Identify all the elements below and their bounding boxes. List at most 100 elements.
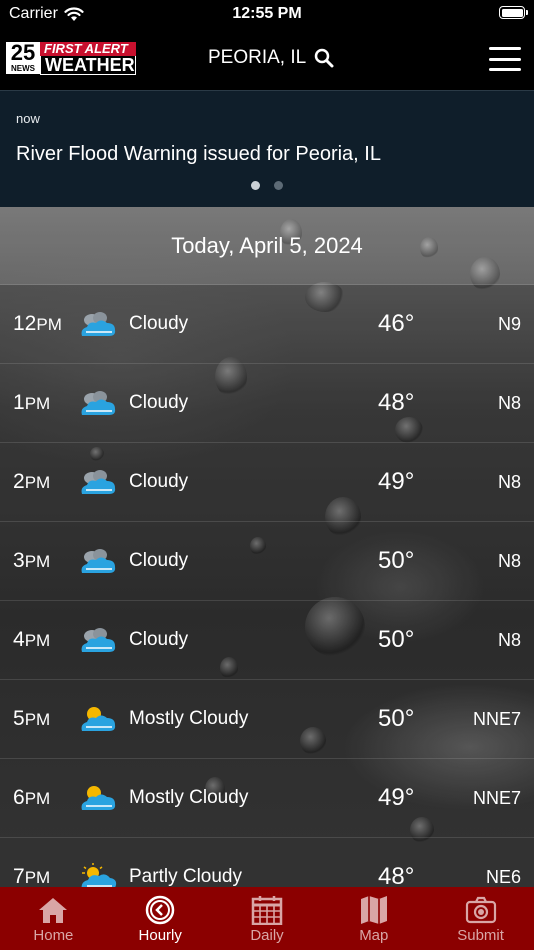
home-icon bbox=[39, 898, 68, 923]
hourly-row[interactable]: 1PM Cloudy 48° N8 bbox=[0, 364, 534, 443]
temperature: 50° bbox=[378, 626, 415, 653]
cloudy-icon bbox=[81, 549, 116, 573]
tab-label: Home bbox=[33, 927, 74, 944]
temperature: 49° bbox=[378, 468, 415, 495]
hour-label: 3PM bbox=[13, 549, 50, 573]
date-heading: Today, April 5, 2024 bbox=[0, 207, 534, 285]
logo-weather: WEATHER bbox=[40, 56, 136, 75]
hour-label: 12PM bbox=[13, 312, 62, 336]
cloudy-icon bbox=[81, 391, 116, 415]
temperature: 46° bbox=[378, 310, 415, 337]
hour-ampm: PM bbox=[24, 473, 51, 492]
hour-label: 7PM bbox=[13, 865, 50, 887]
hourly-row[interactable]: 5PM Mostly Cloudy 50° NNE7 bbox=[0, 680, 534, 759]
wind-label: N8 bbox=[497, 630, 521, 650]
hour-ampm: PM bbox=[24, 868, 51, 887]
tab-label: Daily bbox=[250, 927, 284, 944]
logo-first-alert: FIRST ALERT bbox=[40, 42, 136, 56]
location-label: PEORIA, IL bbox=[208, 47, 307, 68]
condition-label: Cloudy bbox=[129, 629, 189, 650]
hour-value: 6 bbox=[13, 786, 25, 809]
hourly-row[interactable]: 12PM Cloudy 46° N9 bbox=[0, 285, 534, 364]
search-icon bbox=[314, 48, 334, 68]
menu-icon-bar bbox=[489, 68, 521, 71]
hour-value: 2 bbox=[13, 470, 25, 493]
cloudy-icon bbox=[81, 628, 116, 652]
cloudy-icon bbox=[81, 312, 116, 336]
hour-label: 1PM bbox=[13, 391, 50, 415]
hour-value: 3 bbox=[13, 549, 25, 572]
tab-label: Map bbox=[359, 927, 389, 944]
menu-icon-bar bbox=[489, 57, 521, 61]
logo-channel: 25 NEWS bbox=[6, 42, 40, 74]
hour-ampm: PM bbox=[24, 789, 51, 808]
temperature: 48° bbox=[378, 389, 415, 416]
alert-time: now bbox=[16, 111, 40, 126]
mostly-cloudy-icon bbox=[81, 786, 116, 810]
page-dot[interactable] bbox=[274, 181, 283, 190]
tab-map[interactable]: Map bbox=[320, 887, 427, 950]
hourly-forecast[interactable]: Today, April 5, 2024 12PM Cloudy 46° N9 1PM C… bbox=[0, 207, 534, 887]
menu-icon-bar bbox=[489, 47, 521, 50]
hour-label: 4PM bbox=[13, 628, 50, 652]
temperature: 50° bbox=[378, 547, 415, 574]
hour-label: 5PM bbox=[13, 707, 50, 731]
condition-label: Cloudy bbox=[129, 392, 189, 413]
page-dot-active[interactable] bbox=[251, 181, 260, 190]
hour-ampm: PM bbox=[24, 552, 51, 571]
hour-ampm: PM bbox=[24, 394, 51, 413]
wind-label: NNE7 bbox=[472, 709, 521, 729]
wind-label: N8 bbox=[497, 472, 521, 492]
menu-button[interactable] bbox=[489, 47, 521, 71]
condition-label: Mostly Cloudy bbox=[129, 787, 249, 808]
alert-banner[interactable]: now River Flood Warning issued for Peori… bbox=[0, 90, 534, 208]
camera-icon bbox=[465, 896, 496, 924]
temperature: 48° bbox=[378, 863, 415, 887]
hour-ampm: PM bbox=[24, 710, 51, 729]
logo-number: 25 bbox=[10, 40, 36, 65]
hourly-row[interactable]: 6PM Mostly Cloudy 49° NNE7 bbox=[0, 759, 534, 838]
condition-label: Cloudy bbox=[129, 471, 189, 492]
tab-bar: Home Hourly Daily Map Submit bbox=[0, 887, 534, 950]
hour-ampm: PM bbox=[36, 315, 62, 334]
alert-page-indicator[interactable] bbox=[0, 181, 534, 190]
battery-icon bbox=[499, 6, 528, 19]
wind-label: NNE7 bbox=[472, 788, 521, 808]
temperature: 50° bbox=[378, 705, 415, 732]
hour-value: 7 bbox=[13, 865, 25, 887]
partly-cloudy-icon bbox=[81, 863, 117, 887]
hour-value: 12 bbox=[13, 312, 37, 335]
hourly-row[interactable]: 4PM Cloudy 50° N8 bbox=[0, 601, 534, 680]
hourly-list: 12PM Cloudy 46° N9 1PM Cloudy 48° N8 2PM Cloudy 49… bbox=[0, 285, 534, 887]
condition-label: Partly Cloudy bbox=[129, 866, 242, 887]
hour-ampm: PM bbox=[24, 631, 51, 650]
condition-label: Cloudy bbox=[129, 550, 189, 571]
hourly-row[interactable]: 3PM Cloudy 50° N8 bbox=[0, 522, 534, 601]
condition-label: Cloudy bbox=[129, 313, 189, 334]
location-selector[interactable]: PEORIA, IL bbox=[208, 47, 334, 69]
tab-home[interactable]: Home bbox=[0, 887, 107, 950]
clock-icon bbox=[145, 895, 175, 925]
hour-value: 5 bbox=[13, 707, 25, 730]
tab-submit[interactable]: Submit bbox=[427, 887, 534, 950]
condition-label: Mostly Cloudy bbox=[129, 708, 249, 729]
status-time: 12:55 PM bbox=[232, 5, 302, 22]
wind-label: N8 bbox=[497, 551, 521, 571]
wind-label: N8 bbox=[497, 393, 521, 413]
hourly-row[interactable]: 7PM Partly Cloudy 48° NE6 bbox=[0, 838, 534, 887]
wind-label: NE6 bbox=[485, 867, 521, 887]
calendar-icon bbox=[251, 896, 283, 925]
temperature: 49° bbox=[378, 784, 415, 811]
tab-label: Submit bbox=[457, 927, 504, 944]
status-bar: Carrier 12:55 PM bbox=[0, 0, 534, 30]
hour-value: 4 bbox=[13, 628, 25, 651]
hour-value: 1 bbox=[13, 391, 25, 414]
hour-label: 6PM bbox=[13, 786, 50, 810]
tab-daily[interactable]: Daily bbox=[214, 887, 321, 950]
app-header: 25 NEWS FIRST ALERT WEATHER PEORIA, IL bbox=[0, 30, 534, 90]
hour-label: 2PM bbox=[13, 470, 50, 494]
tab-hourly[interactable]: Hourly bbox=[107, 887, 214, 950]
cloudy-icon bbox=[81, 470, 116, 494]
station-logo[interactable]: 25 NEWS FIRST ALERT WEATHER bbox=[6, 42, 136, 75]
hourly-row[interactable]: 2PM Cloudy 49° N8 bbox=[0, 443, 534, 522]
